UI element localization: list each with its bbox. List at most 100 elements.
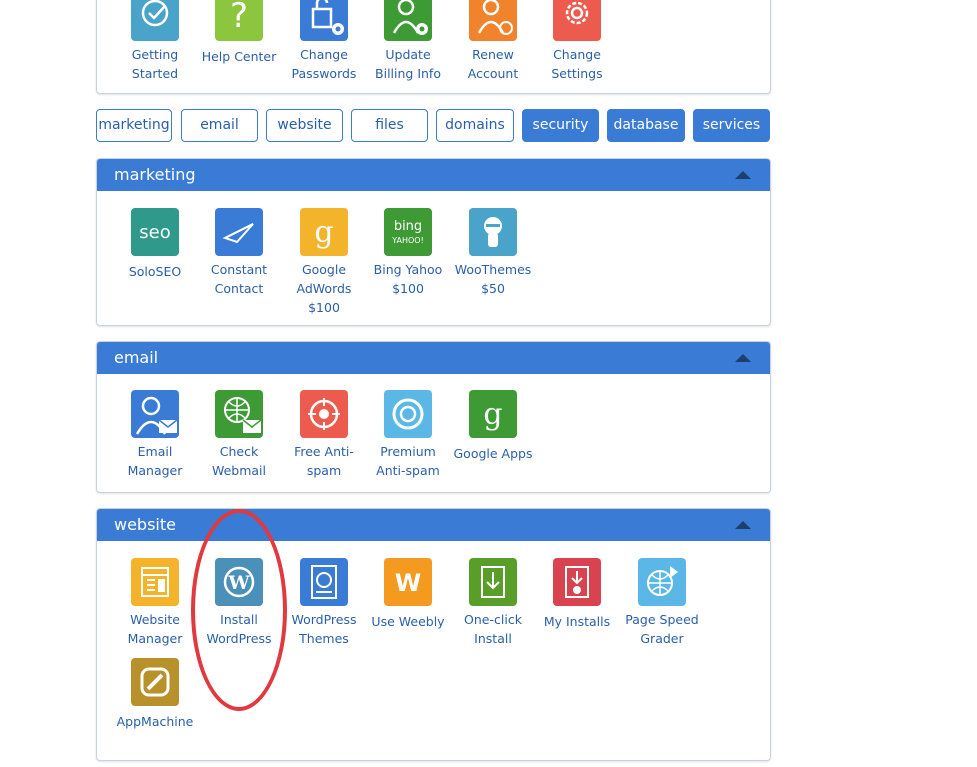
collapse-arrow-icon[interactable] bbox=[735, 171, 751, 179]
tab-services[interactable]: services bbox=[693, 109, 770, 142]
installs-icon bbox=[553, 558, 601, 606]
marketing-panel-header[interactable]: marketing bbox=[97, 159, 770, 191]
tile-label: Change bbox=[553, 47, 601, 62]
tile-label: $100 bbox=[392, 281, 424, 296]
tile-label: Change bbox=[300, 47, 348, 62]
help-center-tile[interactable]: ? Help Center bbox=[197, 0, 281, 66]
tile-label: Settings bbox=[551, 66, 603, 81]
tile-label: Free Anti- bbox=[294, 444, 354, 459]
tile-label: Webmail bbox=[211, 463, 267, 478]
weebly-icon: W bbox=[384, 558, 432, 606]
tab-website[interactable]: website bbox=[266, 109, 343, 142]
one-click-install-tile[interactable]: One-click Install bbox=[451, 558, 535, 648]
tile-label: SoloSEO bbox=[128, 264, 182, 279]
tile-label: Contact bbox=[214, 281, 264, 296]
soloseo-tile[interactable]: seo SoloSEO bbox=[113, 208, 197, 281]
globe-mail-icon bbox=[215, 390, 263, 438]
update-billing-tile[interactable]: Update Billing Info bbox=[366, 0, 450, 83]
google-apps-tile[interactable]: g Google Apps bbox=[451, 390, 535, 463]
weebly-icon-text: W bbox=[395, 569, 421, 597]
ninja-icon bbox=[469, 208, 517, 256]
tile-label: Google bbox=[301, 262, 347, 277]
appmachine-tile[interactable]: AppMachine bbox=[113, 658, 197, 731]
panel-title: marketing bbox=[114, 165, 196, 184]
tab-email[interactable]: email bbox=[181, 109, 258, 142]
tile-label: Bing Yahoo bbox=[373, 262, 443, 277]
tile-label: Account bbox=[467, 66, 519, 81]
collapse-arrow-icon[interactable] bbox=[735, 521, 751, 529]
check-webmail-tile[interactable]: Check Webmail bbox=[197, 390, 281, 480]
paper-plane-icon bbox=[215, 208, 263, 256]
wordpress-doc-icon bbox=[300, 558, 348, 606]
tab-marketing[interactable]: marketing bbox=[96, 109, 172, 142]
renew-account-tile[interactable]: Renew Account bbox=[451, 0, 535, 83]
top-panel: Getting Started ? Help Center Change Passw… bbox=[96, 0, 771, 94]
google-adwords-icon-text: g bbox=[314, 215, 333, 250]
website-manager-tile[interactable]: Website Manager bbox=[113, 558, 197, 648]
tile-label: $100 bbox=[308, 300, 340, 315]
tile-label: WordPress bbox=[291, 612, 357, 627]
target-icon bbox=[300, 390, 348, 438]
svg-text:W: W bbox=[227, 572, 250, 594]
tile-label: Billing Info bbox=[375, 66, 441, 81]
tile-label: Install bbox=[474, 631, 512, 646]
tile-label: AdWords bbox=[296, 281, 352, 296]
collapse-arrow-icon[interactable] bbox=[735, 354, 751, 362]
tile-label: Help Center bbox=[201, 49, 277, 64]
tile-label: Constant bbox=[210, 262, 268, 277]
tile-label: Renew bbox=[472, 47, 514, 62]
tab-database[interactable]: database bbox=[607, 109, 685, 142]
question-icon: ? bbox=[215, 0, 263, 41]
seo-icon-text: seo bbox=[139, 222, 170, 243]
free-antispam-tile[interactable]: Free Anti-spam bbox=[282, 390, 366, 480]
tile-label: AppMachine bbox=[116, 714, 194, 729]
tile-label: Page Speed bbox=[625, 612, 699, 627]
bing-yahoo-tile[interactable]: bing YAHOO! Bing Yahoo $100 bbox=[366, 208, 450, 298]
tab-files[interactable]: files bbox=[351, 109, 428, 142]
use-weebly-tile[interactable]: W Use Weebly bbox=[366, 558, 450, 631]
page-speed-grader-tile[interactable]: Page Speed Grader bbox=[620, 558, 704, 648]
seo-icon: seo bbox=[131, 208, 179, 256]
tab-domains[interactable]: domains bbox=[436, 109, 514, 142]
constant-contact-tile[interactable]: Constant Contact bbox=[197, 208, 281, 298]
tile-label: $50 bbox=[481, 281, 505, 296]
user-gear-icon bbox=[384, 0, 432, 41]
install-icon bbox=[469, 558, 517, 606]
tile-label: Website bbox=[130, 612, 180, 627]
tile-label: WooThemes bbox=[454, 262, 532, 277]
website-panel-header[interactable]: website bbox=[97, 509, 770, 541]
svg-text:?: ? bbox=[230, 0, 248, 36]
email-panel-header[interactable]: email bbox=[97, 342, 770, 374]
install-wordpress-tile[interactable]: W Install WordPress bbox=[197, 558, 281, 648]
change-settings-tile[interactable]: Change Settings bbox=[535, 0, 619, 83]
tile-label: Anti-spam bbox=[376, 463, 440, 478]
google-adwords-tile[interactable]: g Google AdWords $100 bbox=[282, 208, 366, 317]
tile-label: Themes bbox=[299, 631, 349, 646]
shield-ring-icon bbox=[384, 390, 432, 438]
gear-icon bbox=[553, 0, 601, 41]
website-panel: website Website Manager W Install WordPres… bbox=[96, 508, 771, 761]
tile-label: Check bbox=[219, 444, 259, 459]
getting-started-tile[interactable]: Getting Started bbox=[113, 0, 197, 83]
user-mail-icon bbox=[131, 390, 179, 438]
tab-security[interactable]: security bbox=[522, 109, 599, 142]
tile-label: Manager bbox=[127, 463, 183, 478]
google-adwords-icon: g bbox=[300, 208, 348, 256]
tile-label: WordPress bbox=[206, 631, 272, 646]
tile-label: Install bbox=[220, 612, 258, 627]
tile-label: Getting bbox=[131, 47, 179, 62]
tile-label: Grader bbox=[640, 631, 684, 646]
my-installs-tile[interactable]: My Installs bbox=[535, 558, 619, 631]
user-refresh-icon bbox=[469, 0, 517, 41]
woothemes-tile[interactable]: WooThemes $50 bbox=[451, 208, 535, 298]
email-manager-tile[interactable]: Email Manager bbox=[113, 390, 197, 480]
tile-label: My Installs bbox=[543, 614, 611, 629]
premium-antispam-tile[interactable]: Premium Anti-spam bbox=[366, 390, 450, 480]
wordpress-themes-tile[interactable]: WordPress Themes bbox=[282, 558, 366, 648]
change-passwords-tile[interactable]: Change Passwords bbox=[282, 0, 366, 83]
globe-arrow-icon bbox=[638, 558, 686, 606]
bing-yahoo-icon: bing YAHOO! bbox=[384, 208, 432, 256]
tile-label: Email bbox=[137, 444, 173, 459]
email-panel: email Email Manager Check Webmail Free Ant… bbox=[96, 341, 771, 493]
tile-label: Google Apps bbox=[453, 446, 533, 461]
